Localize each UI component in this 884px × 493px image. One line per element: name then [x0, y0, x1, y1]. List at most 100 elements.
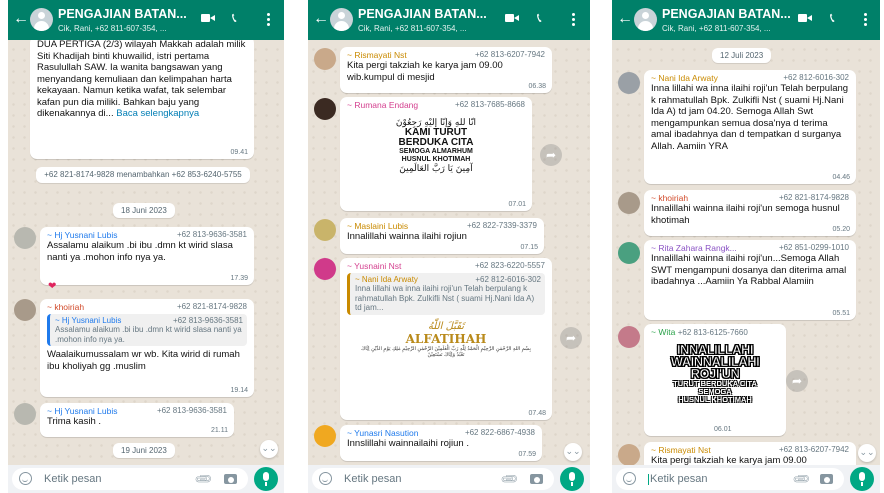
group-avatar[interactable]	[330, 8, 353, 31]
message-list[interactable]: ~ Rismayati Nst +62 813-6207-7942 Kita p…	[308, 40, 590, 465]
group-title[interactable]: PENGAJIAN BATAN...	[358, 7, 486, 21]
phone-call-icon[interactable]: 📞︎	[830, 11, 835, 24]
attach-icon[interactable]: 📎︎	[499, 469, 520, 490]
sender-phone: +62 812-6016-302	[783, 73, 849, 82]
video-call-icon[interactable]	[798, 13, 812, 23]
back-arrow-icon[interactable]: ←	[313, 11, 329, 27]
message-bubble[interactable]: DUA PERTIGA (2/3) wilayah Makkah adalah …	[30, 40, 254, 159]
date-chip: 18 Juni 2023	[113, 203, 175, 218]
sender-avatar[interactable]	[618, 192, 640, 214]
message-bubble[interactable]: ~ Rita Zahara Rangk... +62 851-0299-1010…	[644, 240, 856, 320]
message-bubble[interactable]: ~ Hj Yusnani Lubis +62 813-9636-3581 Tri…	[40, 403, 234, 437]
message-input[interactable]: Ketik pesan 📎︎	[312, 468, 554, 490]
attach-icon[interactable]: 📎︎	[193, 469, 214, 490]
message-text: Innalillahi wainna ilaihi rojiun	[347, 231, 467, 242]
sender-phone: +62 851-0299-1010	[778, 243, 849, 252]
emoji-icon[interactable]	[319, 472, 332, 485]
message-input[interactable]: Ketik pesan 📎︎	[616, 468, 844, 490]
phone-call-icon[interactable]: 📞︎	[537, 11, 542, 24]
image-arabic-text: تَقَبَّلَ اللّٰهُ	[427, 320, 465, 332]
camera-icon[interactable]	[530, 474, 543, 484]
message-bubble[interactable]: ~ Rumana Endang +62 813-7685-8668 انّا ل…	[340, 97, 532, 211]
sender-avatar[interactable]	[314, 98, 336, 120]
sender-avatar[interactable]	[14, 403, 36, 425]
message-bubble[interactable]: ~ Wita +62 813-6125-7660 INNALILLAHI WAI…	[644, 324, 786, 436]
sender-name[interactable]: ~ Wita +62 813-6125-7660	[651, 327, 779, 337]
image-caption: HUSNUL KHOTIMAH	[678, 395, 752, 404]
chat-header: ← PENGAJIAN BATAN... Cik, Rani, +62 811-…	[8, 0, 284, 40]
message-bubble[interactable]: ~ khoiriah +62 821-8174-9828 Innalillahi…	[644, 190, 856, 236]
sender-avatar[interactable]	[14, 299, 36, 321]
emoji-icon[interactable]	[623, 472, 636, 485]
message-bubble[interactable]: ~ khoiriah +62 821-8174-9828 ~ Hj Yusnan…	[40, 299, 254, 397]
phone-call-icon[interactable]: 📞︎	[232, 11, 237, 24]
sender-avatar[interactable]	[14, 227, 36, 249]
mic-icon[interactable]	[254, 467, 278, 491]
sender-avatar[interactable]	[314, 258, 336, 280]
sender-avatar[interactable]	[618, 242, 640, 264]
compose-bar: Ketik pesan 📎︎	[612, 465, 880, 493]
group-title[interactable]: PENGAJIAN BATAN...	[662, 7, 790, 21]
group-members[interactable]: Cik, Rani, +62 811-607-354, ...	[662, 24, 782, 33]
sender-avatar[interactable]	[314, 48, 336, 70]
quoted-text: Inna lillahi wa inna ilaihi roji'un Tela…	[355, 284, 535, 312]
sender-phone: +62 821-8174-9828	[176, 302, 247, 311]
message-time: 05.20	[832, 226, 850, 233]
group-avatar[interactable]	[634, 8, 657, 31]
back-arrow-icon[interactable]: ←	[13, 11, 29, 27]
scroll-down-icon[interactable]: ⌄⌄	[260, 440, 278, 458]
message-list[interactable]: DUA PERTIGA (2/3) wilayah Makkah adalah …	[8, 40, 284, 465]
scroll-down-icon[interactable]: ⌄⌄	[858, 444, 876, 462]
camera-icon[interactable]	[224, 474, 237, 484]
read-more-link[interactable]: Baca selengkapnya	[116, 108, 199, 119]
message-time: 07.15	[520, 244, 538, 251]
menu-icon[interactable]	[572, 13, 575, 26]
message-bubble[interactable]: ~ Rismayati Nst +62 813-6207-7942 Kita p…	[340, 47, 552, 93]
message-input[interactable]: Ketik pesan 📎︎	[12, 468, 248, 490]
mic-icon[interactable]	[850, 467, 874, 491]
menu-icon[interactable]	[864, 13, 867, 26]
menu-icon[interactable]	[267, 13, 270, 26]
message-text: Kita pergi takziah ke karya jam 09.00 wi…	[347, 60, 503, 83]
group-title[interactable]: PENGAJIAN BATAN...	[58, 7, 186, 21]
date-chip: 12 Juli 2023	[712, 48, 772, 63]
sender-avatar[interactable]	[618, 326, 640, 348]
sender-avatar[interactable]	[314, 425, 336, 447]
message-bubble[interactable]: ~ Maslaini Lubis +62 822-7339-3379 Innal…	[340, 218, 544, 254]
group-members[interactable]: Cik, Rani, +62 811-607-354, ...	[58, 24, 178, 33]
condolence-image[interactable]: INNALILLAHI WAINNALILAHI ROJI'UN TURUT B…	[651, 340, 779, 408]
message-time: 04.46	[832, 174, 850, 181]
group-members[interactable]: Cik, Rani, +62 811-607-354, ...	[358, 24, 478, 33]
quoted-message[interactable]: ~ Nani Ida Arwaty +62 812-6016-302 Inna …	[347, 273, 545, 315]
message-bubble[interactable]: ~ Yunasri Nasution +62 822-6867-4938 Inn…	[340, 425, 542, 461]
sender-phone: +62 813-6207-7942	[474, 50, 545, 59]
message-bubble[interactable]: ~ Rismayati Nst +62 813-6207-7942 Kita p…	[644, 442, 856, 465]
sender-avatar[interactable]	[618, 72, 640, 94]
camera-icon[interactable]	[820, 474, 833, 484]
back-arrow-icon[interactable]: ←	[617, 11, 633, 27]
quoted-message[interactable]: ~ Hj Yusnani Lubis +62 813-9636-3581 Ass…	[47, 314, 247, 346]
sender-phone: +62 813-7685-8668	[454, 100, 525, 109]
message-bubble[interactable]: ~ Nani Ida Arwaty +62 812-6016-302 Inna …	[644, 70, 856, 184]
alfatihah-image[interactable]: تَقَبَّلَ اللّٰهُ ALFATIHAH بِسْمِ اللهِ…	[347, 318, 545, 360]
group-avatar[interactable]	[30, 8, 53, 31]
scroll-down-icon[interactable]: ⌄⌄	[564, 443, 582, 461]
image-caption: ALFATIHAH	[405, 331, 487, 346]
message-time: 09.41	[230, 149, 248, 156]
video-call-icon[interactable]	[201, 13, 215, 23]
message-bubble[interactable]: ~ Yusnaini Nst +62 823-6220-5557 ~ Nani …	[340, 258, 552, 420]
forward-icon[interactable]: ➦	[786, 370, 808, 392]
sender-avatar[interactable]	[618, 444, 640, 465]
message-time: 06.01	[714, 426, 732, 433]
forward-icon[interactable]: ➦	[540, 144, 562, 166]
forward-icon[interactable]: ➦	[560, 327, 582, 349]
emoji-icon[interactable]	[19, 472, 32, 485]
condolence-image[interactable]: انّا للهِ وَإنّا إليْهِ رَجِعُوْنَ KAMI …	[347, 114, 525, 178]
video-call-icon[interactable]	[505, 13, 519, 23]
attach-icon[interactable]: 📎︎	[791, 469, 812, 490]
sender-avatar[interactable]	[314, 219, 336, 241]
mic-icon[interactable]	[560, 467, 584, 491]
heart-reaction[interactable]: ❤	[48, 281, 56, 292]
message-bubble[interactable]: ~ Hj Yusnani Lubis +62 813-9636-3581 Ass…	[40, 227, 254, 285]
message-list[interactable]: 12 Juli 2023 ~ Nani Ida Arwaty +62 812-6…	[612, 40, 880, 465]
